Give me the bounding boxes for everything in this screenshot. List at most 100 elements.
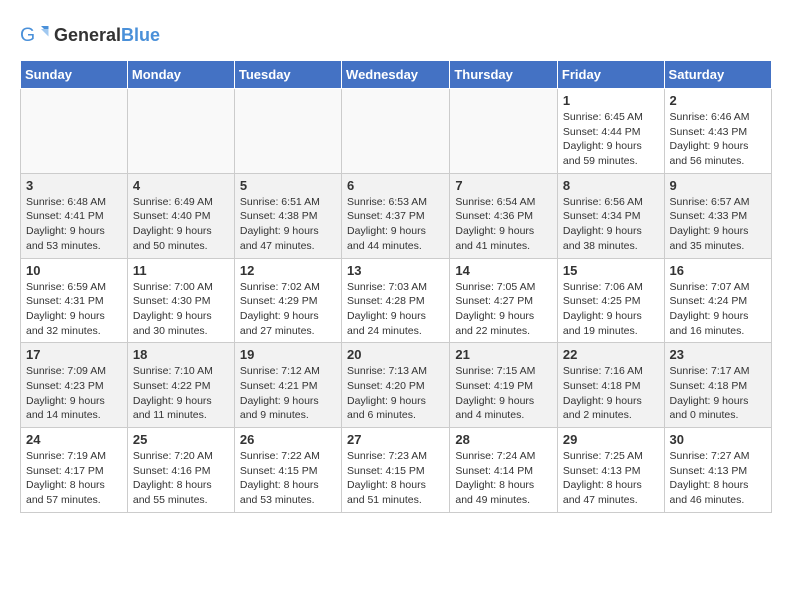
calendar-cell bbox=[234, 89, 341, 174]
calendar-cell: 6 Sunrise: 6:53 AM Sunset: 4:37 PM Daylig… bbox=[342, 173, 450, 258]
day-number: 2 bbox=[670, 93, 766, 108]
day-info: Sunrise: 7:02 AM Sunset: 4:29 PM Dayligh… bbox=[240, 280, 336, 339]
day-info: Sunrise: 7:22 AM Sunset: 4:15 PM Dayligh… bbox=[240, 449, 336, 508]
calendar-cell: 9 Sunrise: 6:57 AM Sunset: 4:33 PM Daylig… bbox=[664, 173, 771, 258]
calendar-cell: 22Sunrise: 7:16 AM Sunset: 4:18 PM Dayli… bbox=[557, 343, 664, 428]
calendar-cell: 11Sunrise: 7:00 AM Sunset: 4:30 PM Dayli… bbox=[127, 258, 234, 343]
weekday-header-thursday: Thursday bbox=[450, 61, 558, 89]
day-number: 29 bbox=[563, 432, 659, 447]
day-number: 8 bbox=[563, 178, 659, 193]
day-number: 27 bbox=[347, 432, 444, 447]
day-number: 5 bbox=[240, 178, 336, 193]
day-info: Sunrise: 7:12 AM Sunset: 4:21 PM Dayligh… bbox=[240, 364, 336, 423]
day-info: Sunrise: 7:09 AM Sunset: 4:23 PM Dayligh… bbox=[26, 364, 122, 423]
day-number: 4 bbox=[133, 178, 229, 193]
logo-blue: Blue bbox=[121, 25, 160, 45]
calendar-cell: 25Sunrise: 7:20 AM Sunset: 4:16 PM Dayli… bbox=[127, 428, 234, 513]
day-number: 16 bbox=[670, 263, 766, 278]
calendar-cell: 23 Sunrise: 7:17 AM Sunset: 4:18 PM Dayli… bbox=[664, 343, 771, 428]
logo: G GeneralBlue bbox=[20, 20, 160, 50]
day-number: 14 bbox=[455, 263, 552, 278]
calendar-cell: 8 Sunrise: 6:56 AM Sunset: 4:34 PM Daylig… bbox=[557, 173, 664, 258]
calendar-cell: 30 Sunrise: 7:27 AM Sunset: 4:13 PM Dayli… bbox=[664, 428, 771, 513]
day-number: 21 bbox=[455, 347, 552, 362]
day-info: Sunrise: 6:56 AM Sunset: 4:34 PM Dayligh… bbox=[563, 195, 659, 254]
logo-general: General bbox=[54, 25, 121, 45]
calendar-cell: 19 Sunrise: 7:12 AM Sunset: 4:21 PM Dayli… bbox=[234, 343, 341, 428]
day-info: Sunrise: 6:59 AM Sunset: 4:31 PM Dayligh… bbox=[26, 280, 122, 339]
calendar-cell: 1Sunrise: 6:45 AM Sunset: 4:44 PM Daylig… bbox=[557, 89, 664, 174]
day-info: Sunrise: 7:13 AM Sunset: 4:20 PM Dayligh… bbox=[347, 364, 444, 423]
calendar-cell: 13 Sunrise: 7:03 AM Sunset: 4:28 PM Dayli… bbox=[342, 258, 450, 343]
day-number: 22 bbox=[563, 347, 659, 362]
day-info: Sunrise: 6:54 AM Sunset: 4:36 PM Dayligh… bbox=[455, 195, 552, 254]
calendar-cell: 2 Sunrise: 6:46 AM Sunset: 4:43 PM Daylig… bbox=[664, 89, 771, 174]
calendar-cell bbox=[342, 89, 450, 174]
calendar-cell: 12 Sunrise: 7:02 AM Sunset: 4:29 PM Dayli… bbox=[234, 258, 341, 343]
day-number: 9 bbox=[670, 178, 766, 193]
day-info: Sunrise: 7:17 AM Sunset: 4:18 PM Dayligh… bbox=[670, 364, 766, 423]
calendar-cell: 21 Sunrise: 7:15 AM Sunset: 4:19 PM Dayli… bbox=[450, 343, 558, 428]
day-number: 1 bbox=[563, 93, 659, 108]
day-info: Sunrise: 6:46 AM Sunset: 4:43 PM Dayligh… bbox=[670, 110, 766, 169]
day-info: Sunrise: 7:19 AM Sunset: 4:17 PM Dayligh… bbox=[26, 449, 122, 508]
calendar-cell bbox=[450, 89, 558, 174]
week-row-3: 10 Sunrise: 6:59 AM Sunset: 4:31 PM Dayli… bbox=[21, 258, 772, 343]
day-number: 30 bbox=[670, 432, 766, 447]
weekday-header-monday: Monday bbox=[127, 61, 234, 89]
day-info: Sunrise: 7:23 AM Sunset: 4:15 PM Dayligh… bbox=[347, 449, 444, 508]
day-info: Sunrise: 7:03 AM Sunset: 4:28 PM Dayligh… bbox=[347, 280, 444, 339]
day-number: 24 bbox=[26, 432, 122, 447]
calendar-cell bbox=[127, 89, 234, 174]
calendar-cell bbox=[21, 89, 128, 174]
day-info: Sunrise: 7:24 AM Sunset: 4:14 PM Dayligh… bbox=[455, 449, 552, 508]
weekday-header-row: SundayMondayTuesdayWednesdayThursdayFrid… bbox=[21, 61, 772, 89]
weekday-header-sunday: Sunday bbox=[21, 61, 128, 89]
weekday-header-wednesday: Wednesday bbox=[342, 61, 450, 89]
day-number: 6 bbox=[347, 178, 444, 193]
calendar-cell: 29 Sunrise: 7:25 AM Sunset: 4:13 PM Dayli… bbox=[557, 428, 664, 513]
day-number: 20 bbox=[347, 347, 444, 362]
day-info: Sunrise: 6:48 AM Sunset: 4:41 PM Dayligh… bbox=[26, 195, 122, 254]
calendar-cell: 27 Sunrise: 7:23 AM Sunset: 4:15 PM Dayli… bbox=[342, 428, 450, 513]
svg-text:G: G bbox=[20, 24, 35, 46]
day-number: 26 bbox=[240, 432, 336, 447]
day-number: 13 bbox=[347, 263, 444, 278]
day-number: 12 bbox=[240, 263, 336, 278]
day-number: 23 bbox=[670, 347, 766, 362]
day-info: Sunrise: 7:06 AM Sunset: 4:25 PM Dayligh… bbox=[563, 280, 659, 339]
calendar-cell: 4Sunrise: 6:49 AM Sunset: 4:40 PM Daylig… bbox=[127, 173, 234, 258]
calendar: SundayMondayTuesdayWednesdayThursdayFrid… bbox=[20, 60, 772, 513]
day-number: 19 bbox=[240, 347, 336, 362]
day-info: Sunrise: 7:07 AM Sunset: 4:24 PM Dayligh… bbox=[670, 280, 766, 339]
calendar-cell: 10 Sunrise: 6:59 AM Sunset: 4:31 PM Dayli… bbox=[21, 258, 128, 343]
day-info: Sunrise: 6:51 AM Sunset: 4:38 PM Dayligh… bbox=[240, 195, 336, 254]
week-row-1: 1Sunrise: 6:45 AM Sunset: 4:44 PM Daylig… bbox=[21, 89, 772, 174]
calendar-cell: 24 Sunrise: 7:19 AM Sunset: 4:17 PM Dayli… bbox=[21, 428, 128, 513]
calendar-cell: 18Sunrise: 7:10 AM Sunset: 4:22 PM Dayli… bbox=[127, 343, 234, 428]
day-info: Sunrise: 6:53 AM Sunset: 4:37 PM Dayligh… bbox=[347, 195, 444, 254]
calendar-cell: 5 Sunrise: 6:51 AM Sunset: 4:38 PM Daylig… bbox=[234, 173, 341, 258]
weekday-header-friday: Friday bbox=[557, 61, 664, 89]
week-row-4: 17 Sunrise: 7:09 AM Sunset: 4:23 PM Dayli… bbox=[21, 343, 772, 428]
day-number: 17 bbox=[26, 347, 122, 362]
day-info: Sunrise: 6:57 AM Sunset: 4:33 PM Dayligh… bbox=[670, 195, 766, 254]
week-row-5: 24 Sunrise: 7:19 AM Sunset: 4:17 PM Dayli… bbox=[21, 428, 772, 513]
calendar-cell: 28Sunrise: 7:24 AM Sunset: 4:14 PM Dayli… bbox=[450, 428, 558, 513]
day-number: 7 bbox=[455, 178, 552, 193]
calendar-cell: 16 Sunrise: 7:07 AM Sunset: 4:24 PM Dayli… bbox=[664, 258, 771, 343]
day-number: 25 bbox=[133, 432, 229, 447]
weekday-header-saturday: Saturday bbox=[664, 61, 771, 89]
calendar-cell: 15 Sunrise: 7:06 AM Sunset: 4:25 PM Dayli… bbox=[557, 258, 664, 343]
calendar-cell: 7 Sunrise: 6:54 AM Sunset: 4:36 PM Daylig… bbox=[450, 173, 558, 258]
day-info: Sunrise: 7:25 AM Sunset: 4:13 PM Dayligh… bbox=[563, 449, 659, 508]
day-number: 3 bbox=[26, 178, 122, 193]
day-number: 15 bbox=[563, 263, 659, 278]
day-info: Sunrise: 7:15 AM Sunset: 4:19 PM Dayligh… bbox=[455, 364, 552, 423]
day-info: Sunrise: 7:27 AM Sunset: 4:13 PM Dayligh… bbox=[670, 449, 766, 508]
calendar-cell: 14Sunrise: 7:05 AM Sunset: 4:27 PM Dayli… bbox=[450, 258, 558, 343]
week-row-2: 3 Sunrise: 6:48 AM Sunset: 4:41 PM Daylig… bbox=[21, 173, 772, 258]
day-number: 10 bbox=[26, 263, 122, 278]
calendar-cell: 20 Sunrise: 7:13 AM Sunset: 4:20 PM Dayli… bbox=[342, 343, 450, 428]
calendar-cell: 17 Sunrise: 7:09 AM Sunset: 4:23 PM Dayli… bbox=[21, 343, 128, 428]
